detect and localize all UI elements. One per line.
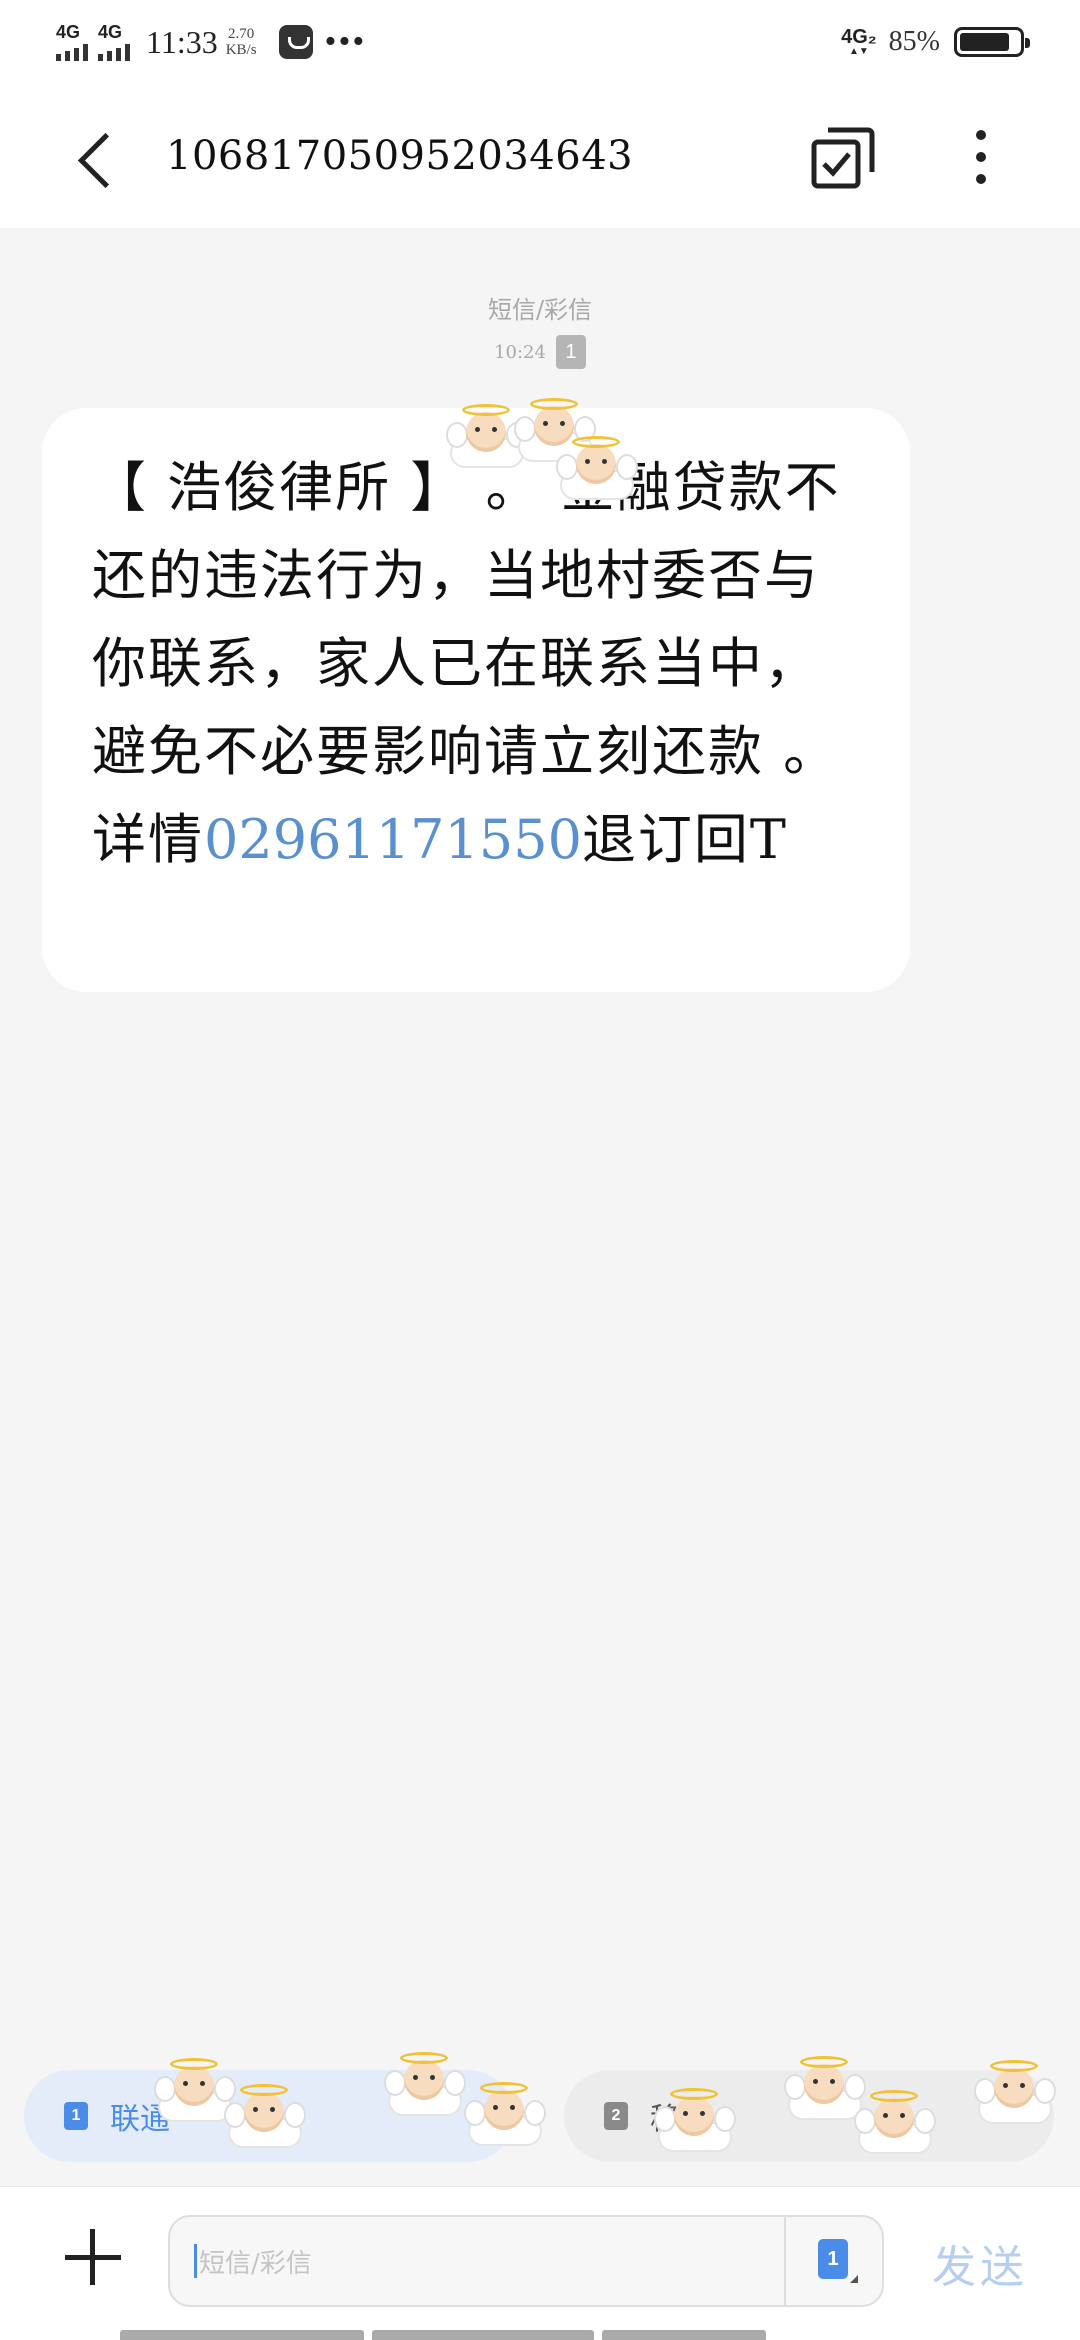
checkbox-stack-icon: [811, 127, 875, 189]
sim-badge: 1: [555, 335, 586, 369]
signal-bars-icon: [98, 43, 130, 61]
add-attachment-button[interactable]: [62, 2227, 124, 2289]
status-bar: 4G 4G 11:33 2.70 KB/s ••• 4G₂ ▲▼ 85%: [0, 0, 1080, 84]
compose-bar: 短信/彩信 1 发送: [0, 2186, 1080, 2340]
status-time: 11:33: [146, 23, 218, 60]
speed-value: 2.70: [228, 26, 255, 42]
back-button[interactable]: [56, 111, 146, 201]
message-type-label: 短信/彩信: [487, 296, 593, 324]
message-time: 10:24: [494, 341, 546, 363]
speed-unit: KB/s: [225, 42, 257, 58]
signal-bars-icon: [56, 43, 88, 61]
more-notifications-icon: •••: [324, 23, 367, 60]
status-right: 4G₂ ▲▼ 85%: [841, 26, 1030, 58]
network-type-2: 4G: [98, 22, 123, 42]
sim-card-icon: 1: [818, 2239, 848, 2279]
network-right: 4G₂ ▲▼: [841, 27, 877, 57]
network-type-1: 4G: [56, 22, 81, 42]
sim-selector: 1 联通 2 移: [0, 2048, 1080, 2180]
contact-number: 106817050952034643: [166, 133, 634, 179]
network-speed: 2.70 KB/s: [226, 26, 257, 58]
battery-fill: [960, 33, 1010, 51]
network-right-label: 4G₂: [841, 26, 877, 48]
signal-1: 4G: [56, 23, 88, 61]
signal-2: 4G: [98, 23, 130, 61]
sim1-button[interactable]: 1 联通: [24, 2070, 514, 2162]
multi-select-button[interactable]: [808, 122, 878, 192]
shopping-bag-icon: [278, 25, 313, 59]
message-input[interactable]: 短信/彩信 1: [168, 2215, 884, 2307]
dropdown-corner-icon: [850, 2275, 858, 2283]
message-text: 【 浩俊律所 】 。 金融贷款不还的违法行为，当地村委否与你联系，家人已在联系当…: [92, 444, 870, 884]
message-bubble[interactable]: 【 浩俊律所 】 。 金融贷款不还的违法行为，当地村委否与你联系，家人已在联系当…: [42, 398, 910, 992]
message-time-row: 10:24 1: [0, 335, 1080, 369]
message-text-after: 退订回T: [581, 808, 788, 871]
sim2-button[interactable]: 2 移: [564, 2070, 1054, 2162]
battery-percent: 85%: [888, 26, 940, 57]
message-meta: 短信/彩信 10:24 1: [0, 290, 1080, 369]
sim-badge: 2: [604, 2102, 628, 2130]
sim2-label: 移: [650, 2102, 680, 2137]
text-caret: [194, 2244, 197, 2278]
data-arrows-icon: ▲▼: [848, 46, 869, 57]
sim-switch-button[interactable]: 1: [784, 2217, 882, 2305]
battery-icon: [954, 27, 1030, 57]
send-button[interactable]: 发送: [932, 2231, 1028, 2295]
message-placeholder: 短信/彩信: [199, 2248, 312, 2279]
conversation-header: 106817050952034643: [0, 84, 1080, 228]
gesture-bar: [120, 2330, 960, 2340]
sim1-label: 联通: [110, 2102, 170, 2137]
more-options-button[interactable]: [958, 124, 1004, 190]
message-input-field[interactable]: 短信/彩信: [170, 2217, 784, 2305]
vertical-dots-icon: [976, 130, 986, 140]
sim-badge: 1: [64, 2102, 88, 2130]
phone-link[interactable]: 02961171550: [204, 808, 582, 871]
